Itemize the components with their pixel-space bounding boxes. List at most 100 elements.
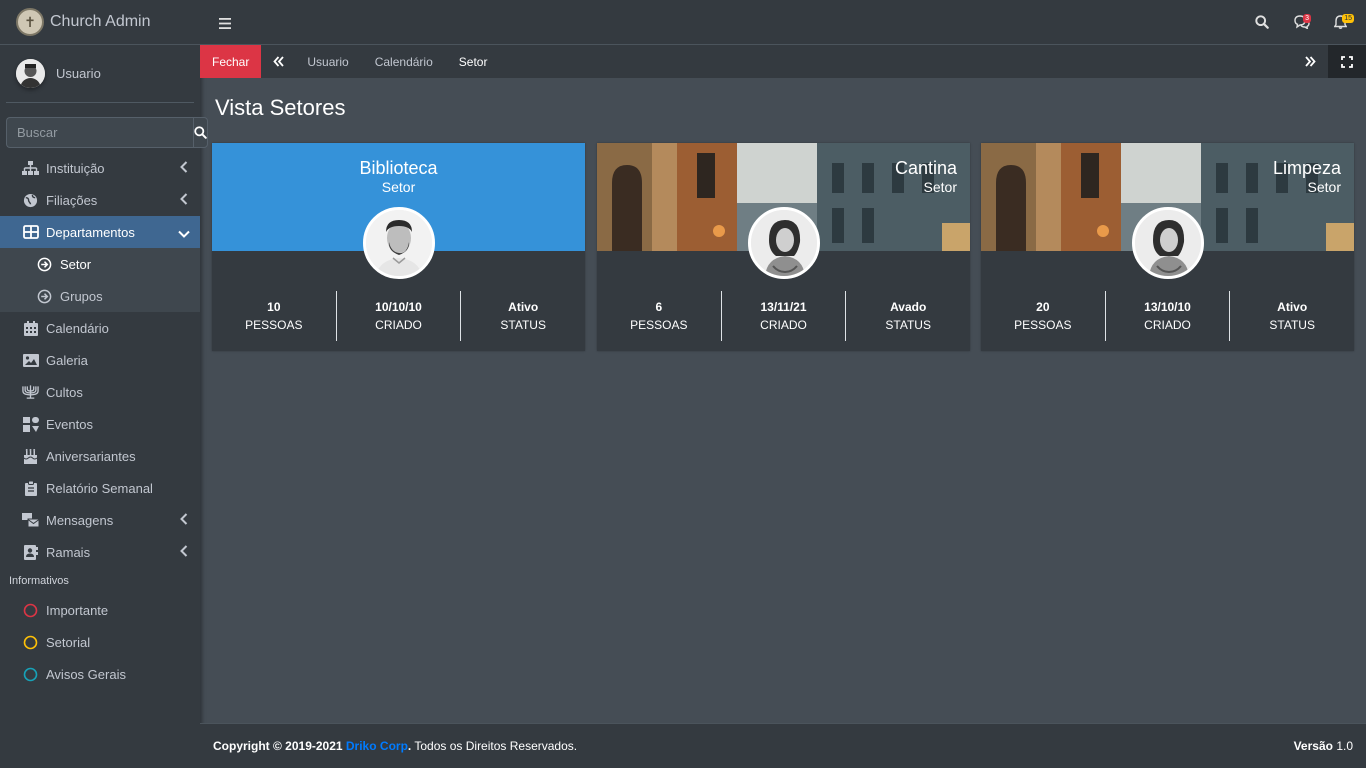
calendar-icon bbox=[22, 320, 39, 336]
sidebar-item-galeria[interactable]: Galeria bbox=[0, 344, 200, 376]
stat-label: PESSOAS bbox=[1014, 318, 1072, 332]
stat-label: PESSOAS bbox=[245, 318, 303, 332]
sidebar-item-setor[interactable]: Setor bbox=[0, 248, 200, 280]
sidebar-item-label: Ramais bbox=[46, 544, 91, 560]
card-name: Limpeza bbox=[1272, 158, 1341, 178]
chevron-left-icon bbox=[180, 513, 188, 528]
sidebar-item-label: Filiações bbox=[46, 192, 98, 208]
sidebar-item-mensagens[interactable]: Mensagens bbox=[0, 504, 200, 536]
stat-status: Avado STATUS bbox=[845, 291, 970, 341]
user-panel[interactable]: Usuario bbox=[6, 45, 194, 103]
sidebar-item-importante[interactable]: Importante bbox=[0, 594, 200, 626]
avatar bbox=[16, 59, 45, 88]
menorah-icon bbox=[22, 385, 39, 399]
sector-card-limpeza[interactable]: Limpeza Setor 20 PESSOAS 13/10/10 CRIADO A… bbox=[981, 143, 1354, 351]
version-label: Versão bbox=[1293, 739, 1333, 753]
scroll-right-icon[interactable] bbox=[1305, 56, 1316, 67]
sidebar-item-departamentos[interactable]: Departamentos bbox=[0, 216, 200, 248]
copyright-text: Copyright © 2019-2021 bbox=[213, 739, 346, 753]
mail-bulk-icon bbox=[22, 513, 39, 527]
brand-link[interactable]: ✝ Church Admin bbox=[0, 0, 200, 45]
stat-label: STATUS bbox=[1269, 318, 1315, 332]
sidebar-item-ramais[interactable]: Ramais bbox=[0, 536, 200, 568]
sidebar-item-avisos-gerais[interactable]: Avisos Gerais bbox=[0, 658, 200, 690]
puzzle-icon bbox=[22, 416, 39, 432]
sidebar-item-grupos[interactable]: Grupos bbox=[0, 280, 200, 312]
stat-pessoas: 6 PESSOAS bbox=[597, 291, 721, 341]
stat-criado: 13/10/10 CRIADO bbox=[1104, 291, 1230, 341]
stat-criado: 10/10/10 CRIADO bbox=[335, 291, 461, 341]
table-icon bbox=[22, 225, 39, 239]
card-stats: 20 PESSOAS 13/10/10 CRIADO Ativo STATUS bbox=[981, 291, 1354, 341]
sidebar-item-label: Calendário bbox=[46, 320, 109, 336]
sidebar: ✝ Church Admin Usuario Instituição Filia… bbox=[0, 0, 208, 768]
fullscreen-button[interactable] bbox=[1328, 45, 1366, 78]
avatar bbox=[362, 207, 435, 279]
sidebar-item-eventos[interactable]: Eventos bbox=[0, 408, 200, 440]
sidebar-item-cultos[interactable]: Cultos bbox=[0, 376, 200, 408]
sidebar-item-instituicao[interactable]: Instituição bbox=[0, 152, 200, 184]
page-title: Vista Setores bbox=[215, 95, 346, 120]
card-stats: 10 PESSOAS 10/10/10 CRIADO Ativo STATUS bbox=[212, 291, 585, 341]
image-icon bbox=[22, 353, 39, 367]
sidebar-item-relatorio-semanal[interactable]: Relatório Semanal bbox=[0, 472, 200, 504]
sidebar-item-filiacoes[interactable]: Filiações bbox=[0, 184, 200, 216]
footer: Copyright © 2019-2021 Driko Corp. Todos … bbox=[200, 723, 1366, 768]
sector-card-cantina[interactable]: Cantina Setor 6 PESSOAS 13/11/21 CRIADO Av… bbox=[597, 143, 970, 351]
close-tabs-button[interactable]: Fechar bbox=[200, 45, 262, 78]
sidebar-item-setorial[interactable]: Setorial bbox=[0, 626, 200, 658]
card-description: Setor bbox=[923, 179, 957, 195]
sidebar-item-label: Mensagens bbox=[46, 512, 114, 528]
search-icon bbox=[194, 126, 207, 139]
card-name: Cantina bbox=[894, 158, 957, 178]
sidebar-item-calendario[interactable]: Calendário bbox=[0, 312, 200, 344]
address-book-icon bbox=[22, 544, 39, 560]
chevron-down-icon bbox=[178, 226, 190, 241]
sidebar-item-label: Eventos bbox=[46, 416, 93, 432]
stat-value: Ativo bbox=[1277, 300, 1308, 314]
stat-label: STATUS bbox=[885, 318, 931, 332]
expand-icon bbox=[1341, 55, 1353, 68]
tab-setor[interactable]: Setor bbox=[459, 55, 488, 69]
card-description: Setor bbox=[1307, 179, 1341, 195]
footer-copyright: Copyright © 2019-2021 Driko Corp. Todos … bbox=[213, 739, 577, 753]
stat-label: CRIADO bbox=[1144, 318, 1191, 332]
navbar-search-icon[interactable] bbox=[1255, 15, 1269, 34]
brand-logo-icon: ✝ bbox=[16, 8, 44, 36]
stat-label: STATUS bbox=[500, 318, 546, 332]
sidebar-item-aniversariantes[interactable]: Aniversariantes bbox=[0, 440, 200, 472]
sector-card-biblioteca[interactable]: Biblioteca Setor 10 PESSOAS 10/10/10 CRIAD… bbox=[212, 143, 585, 351]
stat-value: 20 bbox=[1036, 300, 1050, 314]
brand-text: Church Admin bbox=[50, 13, 151, 30]
search-button[interactable] bbox=[193, 117, 208, 148]
sidebar-item-label: Grupos bbox=[60, 288, 103, 304]
hamburger-menu-icon[interactable] bbox=[219, 16, 231, 34]
circle-icon bbox=[22, 667, 39, 682]
circle-icon bbox=[22, 603, 39, 618]
globe-icon bbox=[22, 193, 39, 208]
stat-label: CRIADO bbox=[760, 318, 807, 332]
chevron-left-icon bbox=[180, 545, 188, 560]
stat-value: 10/10/10 bbox=[375, 300, 422, 314]
stat-criado: 13/11/21 CRIADO bbox=[720, 291, 846, 341]
stat-pessoas: 10 PESSOAS bbox=[212, 291, 336, 341]
company-link[interactable]: Driko Corp bbox=[346, 739, 408, 753]
avatar bbox=[747, 207, 820, 279]
tab-usuario[interactable]: Usuario bbox=[307, 55, 348, 69]
content-tabs: Fechar Usuario Calendário Setor bbox=[200, 45, 1366, 78]
sidebar-item-label: Galeria bbox=[46, 352, 88, 368]
notifications-badge: 15 bbox=[1342, 14, 1354, 23]
version-number: 1.0 bbox=[1336, 739, 1353, 753]
stat-value: 10 bbox=[267, 300, 281, 314]
stat-value: 13/11/21 bbox=[760, 300, 807, 314]
scroll-left-icon[interactable] bbox=[273, 56, 285, 67]
sidebar-item-label: Departamentos bbox=[46, 224, 135, 240]
clipboard-icon bbox=[22, 480, 39, 496]
tab-calendario[interactable]: Calendário bbox=[375, 55, 433, 69]
card-name: Biblioteca bbox=[359, 158, 438, 178]
stat-label: CRIADO bbox=[375, 318, 422, 332]
search-input[interactable] bbox=[6, 117, 193, 148]
top-navbar: 3 15 bbox=[200, 0, 1366, 45]
stat-value: Ativo bbox=[508, 300, 539, 314]
messages-badge: 3 bbox=[1303, 14, 1311, 23]
